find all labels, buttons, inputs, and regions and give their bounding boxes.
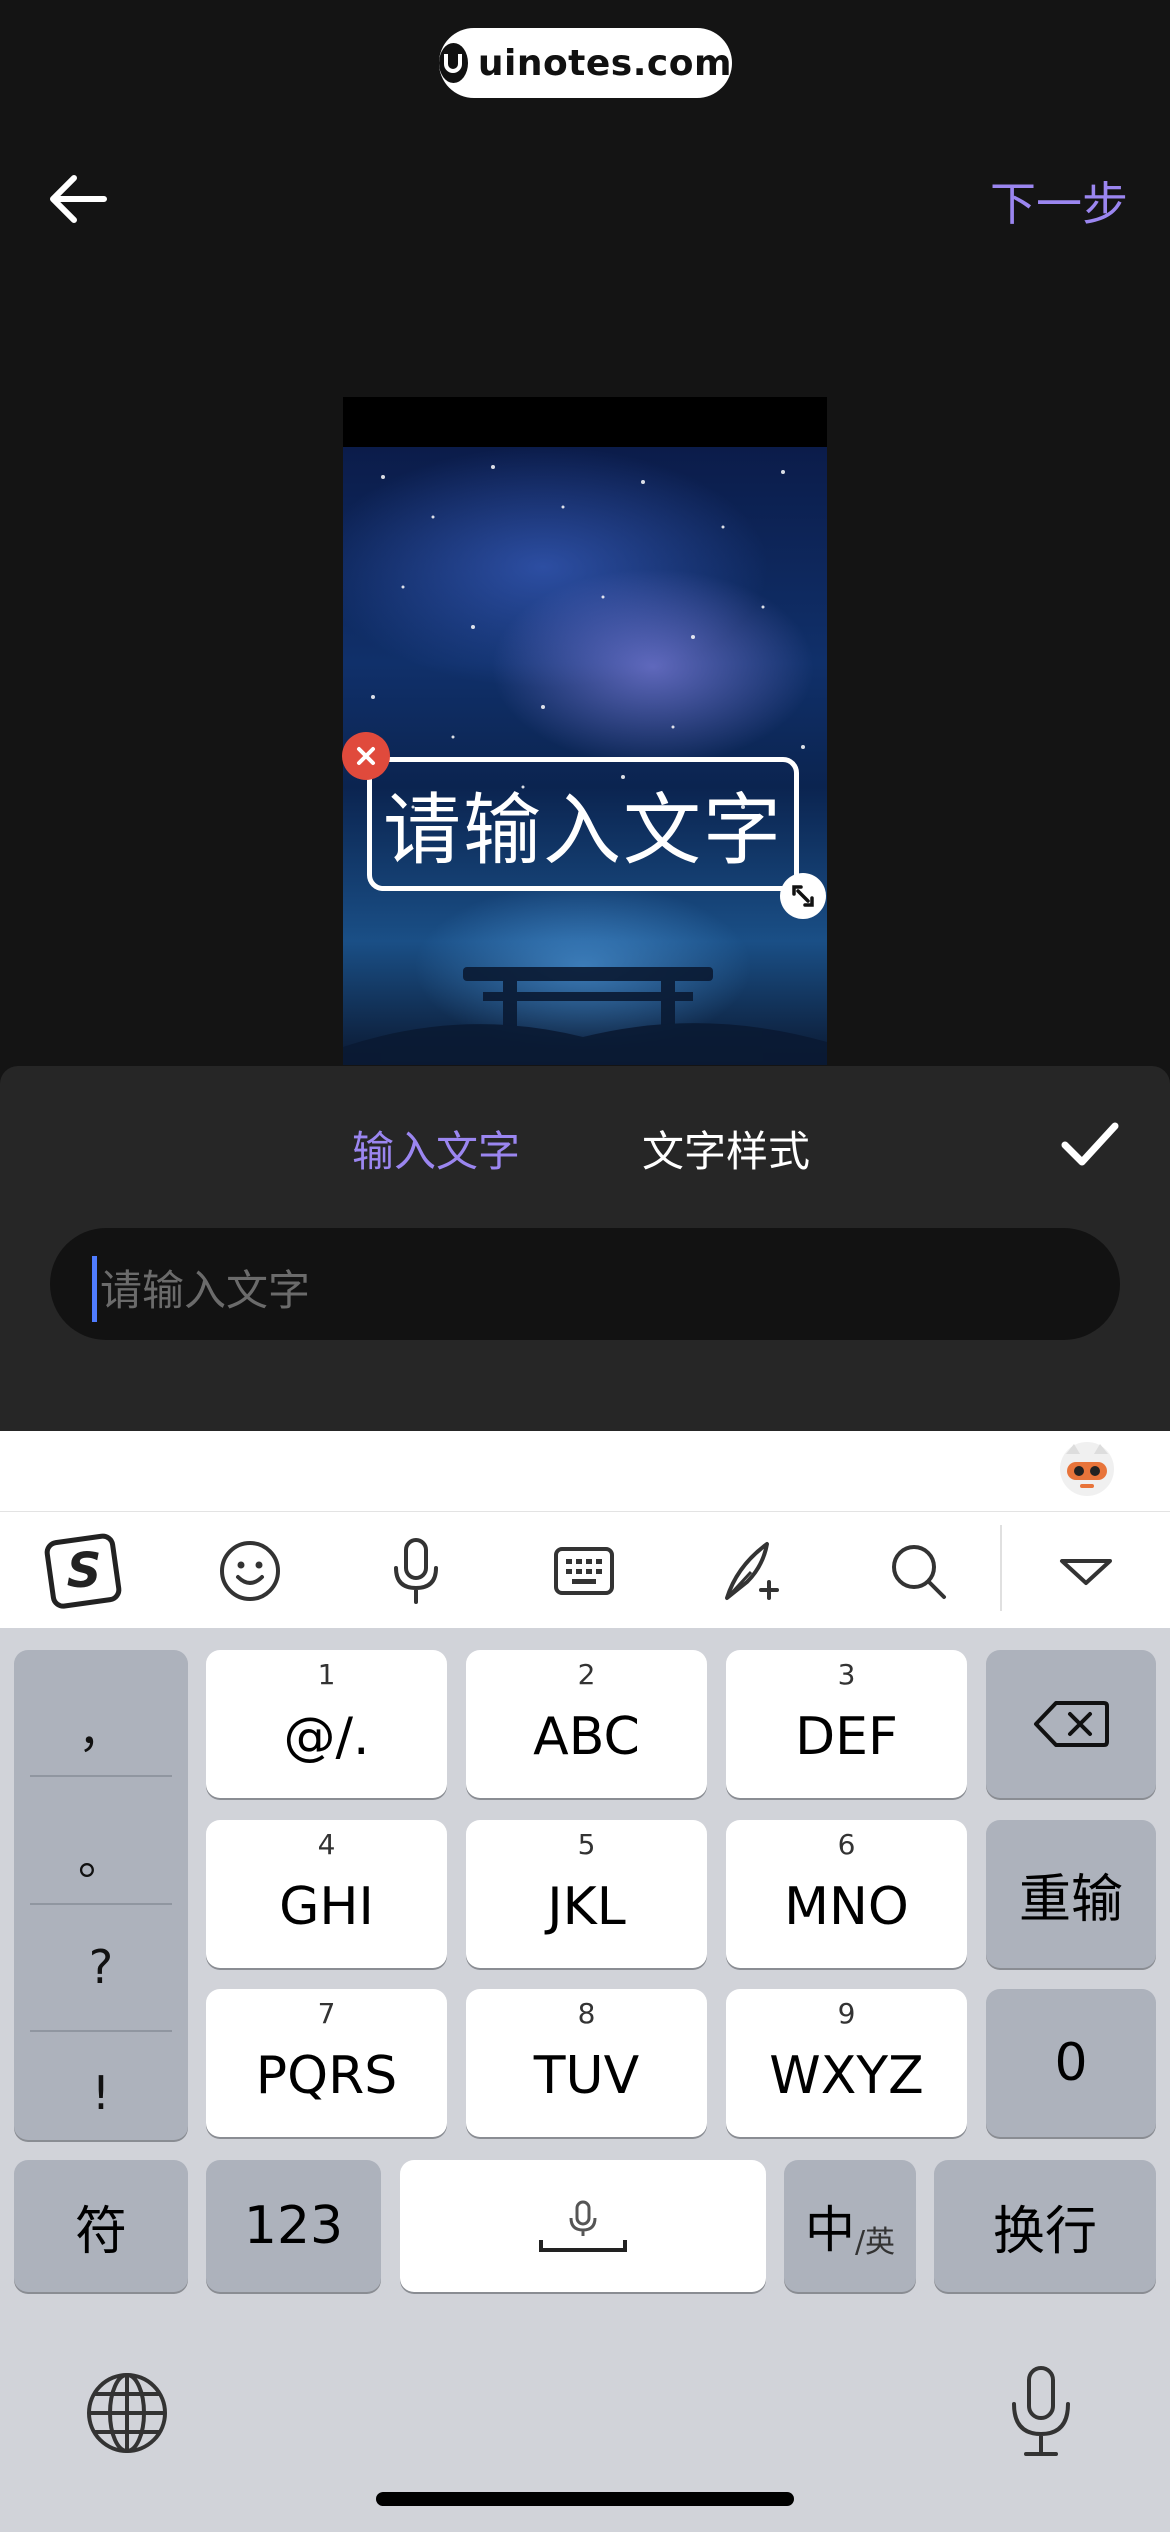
resize-icon <box>792 885 814 907</box>
delete-text-button[interactable] <box>342 732 390 780</box>
zero-key[interactable]: 0 <box>986 1989 1156 2137</box>
watermark-text: uinotes.com <box>477 42 732 84</box>
confirm-button[interactable] <box>1060 1120 1120 1170</box>
emoji-icon[interactable] <box>206 1527 294 1615</box>
key-7[interactable]: 7 PQRS <box>206 1989 447 2137</box>
punct-key-period[interactable]: 。 <box>14 1822 188 1888</box>
text-overlay-box[interactable]: 请输入文字 <box>367 757 799 891</box>
symbols-label: 符 <box>74 2201 127 2262</box>
sogou-logo-icon[interactable]: S <box>40 1527 128 1615</box>
key-number: 8 <box>577 1997 596 2030</box>
space-key[interactable] <box>400 2160 766 2292</box>
backspace-key[interactable] <box>986 1650 1156 1798</box>
key-3[interactable]: 3 DEF <box>726 1650 967 1798</box>
key-9[interactable]: 9 WXYZ <box>726 1989 967 2137</box>
reinput-key[interactable]: 重输 <box>986 1820 1156 1968</box>
globe-button[interactable] <box>84 2370 170 2456</box>
language-toggle-key[interactable]: 中 /英 <box>784 2160 916 2292</box>
key-number: 3 <box>837 1658 856 1691</box>
symbols-key[interactable]: 符 <box>14 2160 188 2292</box>
reinput-label: 重输 <box>1018 1869 1123 1930</box>
space-mic-icon <box>539 2200 627 2252</box>
key-number: 9 <box>837 1997 856 2030</box>
tab-text-style[interactable]: 文字样式 <box>642 1118 810 1179</box>
starry-sky-image <box>343 447 827 1065</box>
key-4[interactable]: 4 GHI <box>206 1820 447 1968</box>
home-indicator <box>376 2492 794 2506</box>
punct-key-exclaim[interactable]: ! <box>14 2066 188 2120</box>
return-key[interactable]: 换行 <box>934 2160 1156 2292</box>
punct-divider <box>30 2030 172 2032</box>
keyboard-candidate-strip <box>0 1431 1170 1511</box>
toolbar-divider <box>1000 1525 1002 1611</box>
dictation-button[interactable] <box>1006 2364 1076 2460</box>
keyboard-mascot-icon[interactable] <box>1058 1440 1116 1498</box>
punct-key-comma[interactable]: ， <box>14 1695 188 1761</box>
overlay-text: 请输入文字 <box>382 786 783 876</box>
punct-divider <box>30 1903 172 1905</box>
key-number: 1 <box>317 1658 336 1691</box>
numbers-key[interactable]: 123 <box>206 2160 381 2292</box>
key-label: TUV <box>533 2046 640 2106</box>
key-2[interactable]: 2 ABC <box>466 1650 707 1798</box>
key-label: PQRS <box>255 2046 398 2106</box>
key-label: @/. <box>283 1707 370 1767</box>
key-number: 2 <box>577 1658 596 1691</box>
lang-main-label: 中 <box>804 2201 855 2259</box>
key-label: JKL <box>547 1877 626 1937</box>
backspace-icon <box>1034 1701 1109 1747</box>
numbers-label: 123 <box>243 2196 344 2256</box>
watermark-badge: uinotes.com <box>439 28 732 98</box>
lang-sub-label: /英 <box>854 2225 896 2260</box>
key-label: MNO <box>784 1877 909 1937</box>
checkmark-icon <box>1061 1122 1119 1166</box>
close-icon <box>357 747 375 765</box>
back-button[interactable] <box>44 164 114 234</box>
search-icon[interactable] <box>874 1527 962 1615</box>
key-label: ABC <box>533 1707 640 1767</box>
key-number: 5 <box>577 1828 596 1861</box>
resize-handle[interactable] <box>780 873 826 919</box>
keyboard-icon[interactable] <box>540 1527 628 1615</box>
uinotes-logo-icon <box>439 43 468 83</box>
quill-icon[interactable] <box>708 1527 796 1615</box>
key-5[interactable]: 5 JKL <box>466 1820 707 1968</box>
svg-text:S: S <box>67 1543 102 1599</box>
key-6[interactable]: 6 MNO <box>726 1820 967 1968</box>
text-caret <box>92 1256 97 1322</box>
punct-divider <box>30 1775 172 1777</box>
microphone-icon <box>1012 2366 1070 2456</box>
key-8[interactable]: 8 TUV <box>466 1989 707 2137</box>
return-label: 换行 <box>992 2201 1097 2262</box>
microphone-icon[interactable] <box>372 1527 460 1615</box>
key-label: WXYZ <box>769 2046 924 2106</box>
key-label: GHI <box>279 1877 374 1937</box>
key-label: DEF <box>795 1707 898 1767</box>
next-step-button[interactable]: 下一步 <box>990 168 1128 234</box>
key-number: 6 <box>837 1828 856 1861</box>
image-preview <box>343 397 827 1065</box>
text-input-placeholder: 请输入文字 <box>100 1266 311 1315</box>
key-1[interactable]: 1 @/. <box>206 1650 447 1798</box>
key-number: 4 <box>317 1828 336 1861</box>
zero-label: 0 <box>1054 2033 1088 2093</box>
key-number: 7 <box>317 1997 336 2030</box>
punct-key-question[interactable]: ? <box>14 1940 188 1994</box>
tab-input-text[interactable]: 输入文字 <box>352 1118 520 1179</box>
globe-icon <box>87 2373 167 2453</box>
collapse-icon[interactable] <box>1042 1527 1130 1615</box>
arrow-left-icon <box>50 175 107 223</box>
